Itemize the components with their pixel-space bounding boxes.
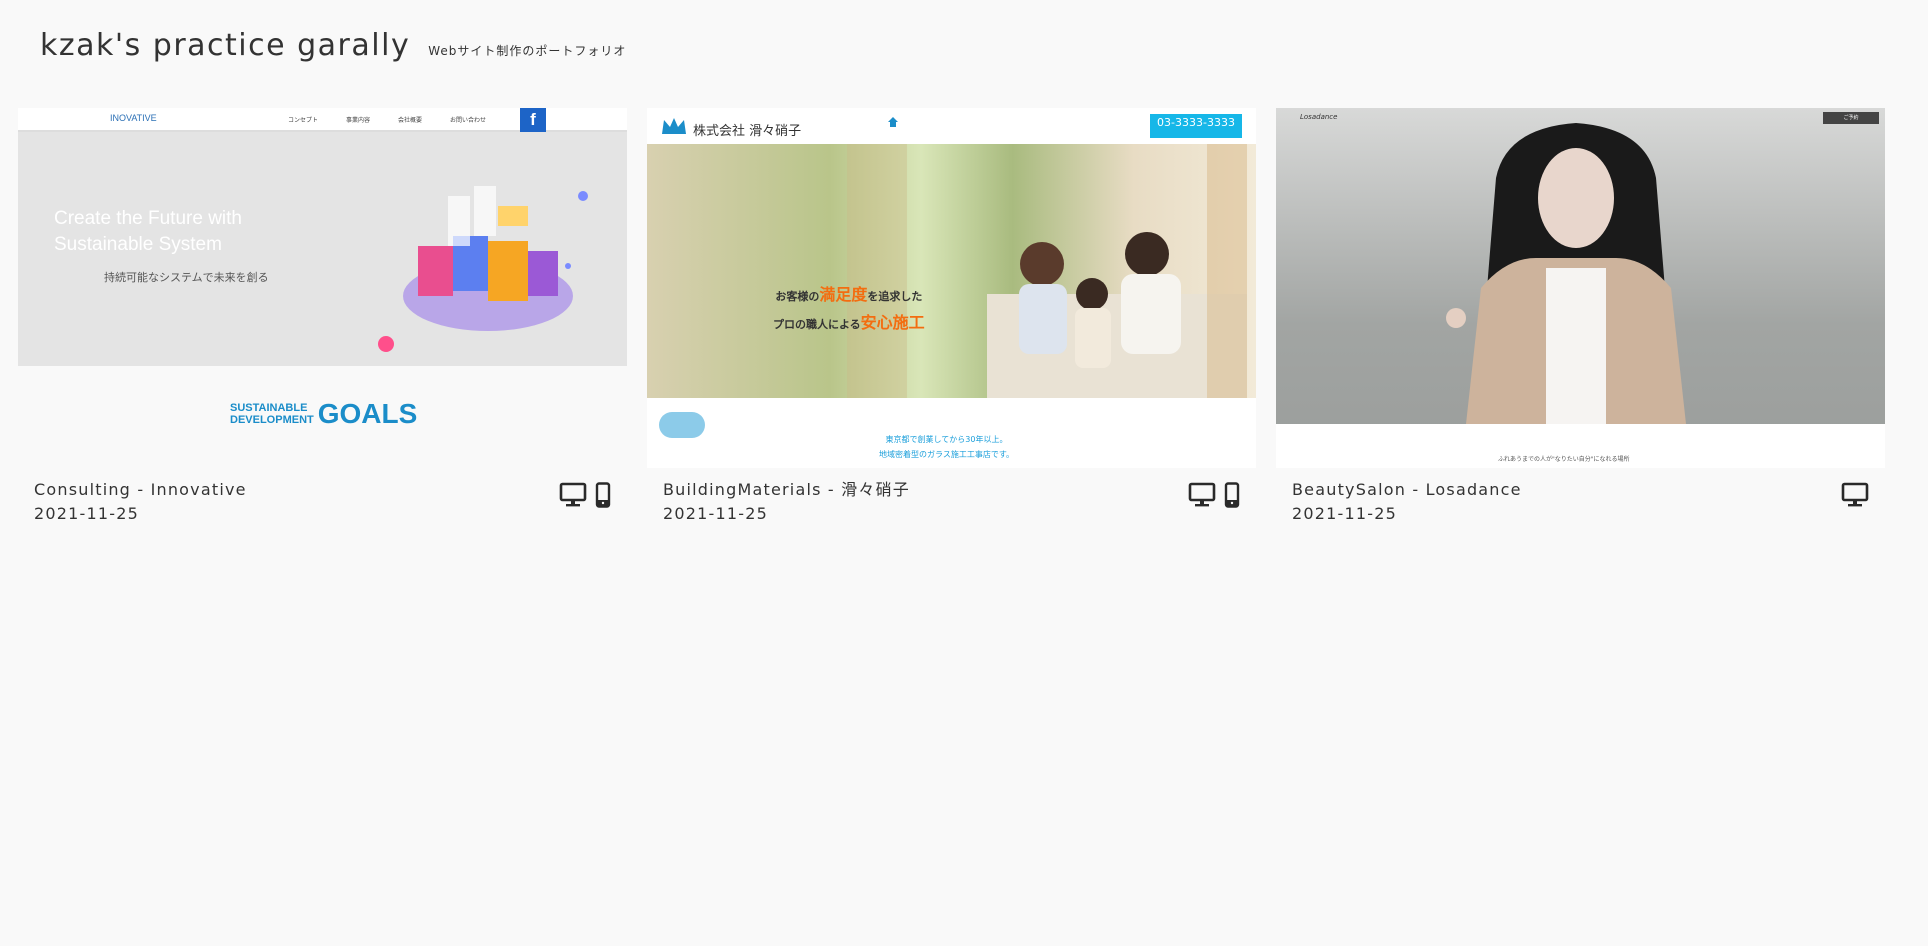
crown-icon: [662, 118, 686, 134]
preview-footer-section: ふれあうまでの人が"なりたい自分"になれる場所: [1276, 424, 1885, 468]
isometric-illustration: [378, 186, 588, 352]
site-subtitle: Webサイト制作のポートフォリオ: [428, 44, 627, 58]
preview-sdgs-line: SUSTAINABLE: [230, 402, 308, 414]
preview-logo: Losadance: [1300, 113, 1338, 121]
preview-hero-title-line: Create the Future with: [54, 208, 242, 229]
preview-menu-item: 会社概要: [398, 117, 423, 124]
preview-nav: 株式会社 滑々硝子 03-3333-3333: [647, 108, 1256, 144]
device-icons: [1841, 478, 1869, 526]
family-photo: [847, 144, 1247, 398]
work-date: 2021-11-25: [663, 504, 768, 523]
works-grid: INOVATIVE コンセプト 事業内容 会社概要 お問い合わせ f Creat…: [18, 108, 1885, 526]
work-card-info: Consulting - Innovative 2021-11-25: [18, 468, 627, 526]
preview-logo: INOVATIVE: [110, 113, 157, 123]
preview-menu: コンセプト 事業内容 会社概要 お問い合わせ: [288, 115, 486, 124]
device-icons: [559, 478, 611, 526]
preview-nav: INOVATIVE コンセプト 事業内容 会社概要 お問い合わせ f: [18, 108, 627, 132]
work-title[interactable]: Consulting - Innovative: [34, 478, 247, 502]
preview-hero: Create the Future with Sustainable Syste…: [18, 132, 627, 366]
preview-footer-line: 地域密着型のガラス施工工事店です。: [879, 450, 1015, 459]
preview-footer-text: ふれあうまでの人が"なりたい自分"になれる場所: [1498, 456, 1630, 463]
cloud-icon: [659, 412, 705, 438]
work-card-info: BeautySalon - Losadance 2021-11-25: [1276, 468, 1885, 526]
preview-footer-text: 東京都で創業してから30年以上。 地域密着型のガラス施工工事店です。: [879, 432, 1014, 462]
preview-reserve-button: ご予約: [1823, 112, 1879, 124]
work-thumbnail-namegarasu[interactable]: 株式会社 滑々硝子 03-3333-3333 お客様の満足度を追求した プロの職…: [647, 108, 1256, 468]
work-card-info: BuildingMaterials - 滑々硝子 2021-11-25: [647, 468, 1256, 526]
preview-menu-item: お問い合わせ: [450, 117, 487, 124]
work-title[interactable]: BeautySalon - Losadance: [1292, 478, 1522, 502]
preview-nav: Losadance ご予約: [1276, 108, 1885, 128]
preview-copy-highlight: 安心施工: [860, 313, 925, 332]
work-card: Losadance ご予約 ふれあうまでの人が"なりたい自分"になれる場所 Be…: [1276, 108, 1885, 526]
preview-copy-part: を追求した: [867, 290, 923, 303]
preview-copy-part: お客様の: [775, 290, 820, 303]
preview-footer-section: 東京都で創業してから30年以上。 地域密着型のガラス施工工事店です。: [647, 398, 1256, 468]
preview-copy-part: プロの職人による: [773, 318, 861, 331]
device-icons: [1188, 478, 1240, 526]
preview-menu-item: 事業内容: [346, 117, 371, 124]
work-title[interactable]: BuildingMaterials - 滑々硝子: [663, 478, 910, 502]
preview-sdgs-logo: SUSTAINABLE DEVELOPMENT GOALS: [230, 398, 417, 430]
mobile-icon: [595, 482, 611, 526]
work-date: 2021-11-25: [34, 504, 139, 523]
preview-sdgs-line: DEVELOPMENT: [230, 414, 314, 426]
work-card: INOVATIVE コンセプト 事業内容 会社概要 お問い合わせ f Creat…: [18, 108, 627, 526]
preview-footer-line: 東京都で創業してから30年以上。: [885, 435, 1008, 444]
desktop-icon: [1841, 482, 1869, 526]
preview-sdgs-goals: GOALS: [317, 398, 418, 429]
preview-company-name: 株式会社 滑々硝子: [693, 124, 802, 139]
preview-menu-item: コンセプト: [288, 117, 319, 124]
desktop-icon: [559, 482, 587, 526]
preview-phone-button: 03-3333-3333: [1150, 114, 1242, 138]
home-icon: [888, 117, 898, 127]
work-date: 2021-11-25: [1292, 504, 1397, 523]
preview-hero: お客様の満足度を追求した プロの職人による安心施工: [647, 144, 1256, 398]
mobile-icon: [1224, 482, 1240, 526]
page-header: kzak's practice garally Webサイト制作のポートフォリオ: [40, 28, 626, 63]
work-thumbnail-losadance[interactable]: Losadance ご予約 ふれあうまでの人が"なりたい自分"になれる場所: [1276, 108, 1885, 468]
preview-catchcopy: お客様の満足度を追求した プロの職人による安心施工: [773, 282, 925, 338]
work-thumbnail-innovative[interactable]: INOVATIVE コンセプト 事業内容 会社概要 お問い合わせ f Creat…: [18, 108, 627, 468]
preview-hero-title-line: Sustainable System: [54, 234, 222, 255]
site-title[interactable]: kzak's practice garally: [40, 28, 410, 63]
facebook-icon: f: [520, 108, 546, 132]
preview-hero-title: Create the Future with Sustainable Syste…: [54, 206, 242, 258]
preview-copy-highlight: 満足度: [819, 285, 868, 304]
desktop-icon: [1188, 482, 1216, 526]
preview-hero-subtitle: 持続可能なシステムで未来を創る: [104, 271, 269, 284]
work-card: 株式会社 滑々硝子 03-3333-3333 お客様の満足度を追求した プロの職…: [647, 108, 1256, 526]
model-photo: [1446, 123, 1686, 424]
